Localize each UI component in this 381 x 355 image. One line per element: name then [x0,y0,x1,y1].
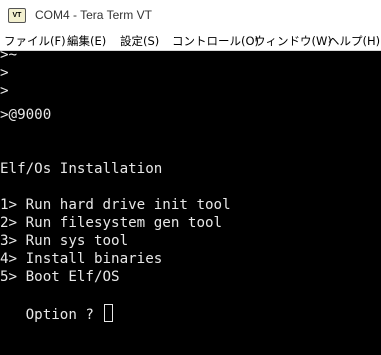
installer-option: 3> Run sys tool [0,233,129,249]
terminal-prompt-line: >@9000 [0,107,52,123]
menu-settings[interactable]: 設定(S) [120,33,159,49]
installer-option: 1> Run hard drive init tool [0,197,231,213]
menu-window[interactable]: ウィンドウ(W) [254,33,332,49]
installer-option: 2> Run filesystem gen tool [0,215,223,231]
text-cursor [103,304,113,322]
menu-edit[interactable]: 編集(E) [67,33,106,49]
menu-file[interactable]: ファイル(F) [4,33,66,49]
installer-option: 4> Install binaries [0,251,163,267]
window-title: COM4 - Tera Term VT [35,8,152,22]
installer-option: 5> Boot Elf/OS [0,269,120,285]
terminal-prompt-line: >~ [0,51,18,63]
terminal-prompt-line: > [0,65,9,81]
installer-title: Elf/Os Installation [0,161,163,177]
menu-bar: ファイル(F) 編集(E) 設定(S) コントロール(O) ウィンドウ(W) ヘ… [0,30,381,51]
teraterm-app-icon[interactable]: VT [8,7,26,23]
menu-control[interactable]: コントロール(O) [172,33,259,49]
option-input-line: Option ? [0,304,113,324]
title-bar: VT COM4 - Tera Term VT [0,0,381,30]
menu-help[interactable]: ヘルプ(H) [328,33,380,49]
option-prompt: Option ? [0,307,103,323]
terminal-prompt-line: > [0,83,9,99]
terminal-screen[interactable]: >~ > > >@9000 Elf/Os Installation 1> Run… [0,51,381,355]
